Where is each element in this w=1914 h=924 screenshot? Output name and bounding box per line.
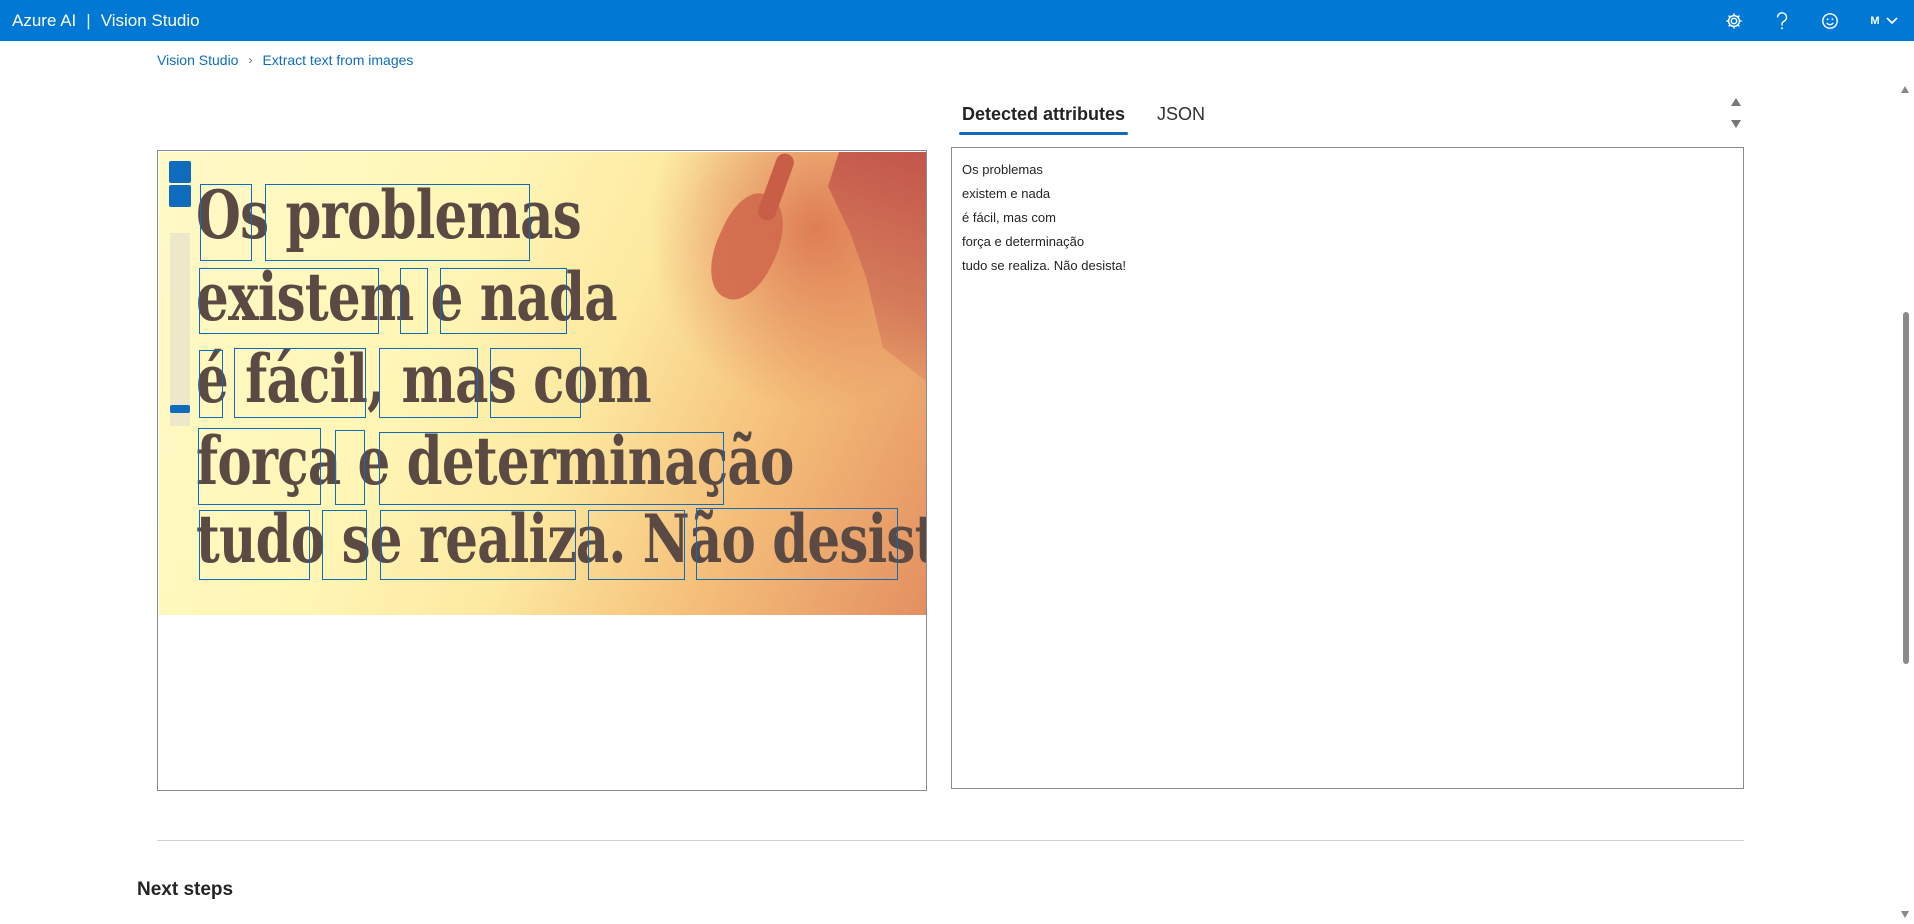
zoom-control bbox=[169, 161, 191, 426]
settings-button[interactable] bbox=[1710, 0, 1758, 41]
help-button[interactable] bbox=[1758, 0, 1806, 41]
word-bounding-box[interactable] bbox=[379, 432, 724, 505]
next-steps-heading: Next steps bbox=[137, 879, 234, 900]
user-menu[interactable]: M bbox=[1854, 0, 1914, 41]
help-icon bbox=[1776, 11, 1788, 29]
tab-detected-attributes[interactable]: Detected attributes bbox=[959, 96, 1129, 135]
word-bounding-box[interactable] bbox=[400, 268, 428, 334]
chevron-right-icon: › bbox=[248, 53, 253, 67]
user-initial: M bbox=[1870, 14, 1880, 27]
image-preview-panel: Os problemas existem e nada é fácil, mas… bbox=[157, 150, 927, 791]
page-scrollbar[interactable] bbox=[1896, 82, 1914, 924]
result-tabs: Detected attributes JSON bbox=[959, 96, 1208, 135]
detected-text-panel: Os problemas existem e nada é fácil, mas… bbox=[951, 147, 1744, 789]
app-name: Vision Studio bbox=[100, 10, 200, 30]
word-bounding-box[interactable] bbox=[379, 348, 478, 418]
top-icons: M bbox=[1710, 0, 1914, 41]
zoom-slider-track[interactable] bbox=[170, 233, 190, 426]
detected-text-line: força e determinação bbox=[962, 234, 1085, 249]
detected-text-line: existem e nada bbox=[962, 186, 1051, 201]
arrow-up-icon[interactable] bbox=[1731, 98, 1741, 106]
brand[interactable]: Azure AI | Vision Studio bbox=[0, 11, 200, 31]
smiley-icon bbox=[1822, 12, 1838, 29]
word-bounding-box[interactable] bbox=[335, 430, 365, 505]
breadcrumb-current[interactable]: Extract text from images bbox=[262, 52, 413, 68]
climber-silhouette bbox=[647, 152, 926, 412]
scroll-down-icon[interactable] bbox=[1901, 911, 1909, 918]
word-bounding-box[interactable] bbox=[199, 268, 379, 334]
word-bounding-box[interactable] bbox=[322, 510, 367, 580]
input-image: Os problemas existem e nada é fácil, mas… bbox=[159, 152, 926, 615]
arrow-down-icon[interactable] bbox=[1731, 120, 1741, 128]
feedback-button[interactable] bbox=[1806, 0, 1854, 41]
gear-icon bbox=[1726, 12, 1742, 29]
breadcrumb: Vision Studio › Extract text from images bbox=[157, 52, 413, 68]
brand-name: Azure AI bbox=[12, 10, 77, 30]
word-bounding-box[interactable] bbox=[198, 428, 321, 505]
result-scroll-arrows[interactable] bbox=[1728, 94, 1744, 134]
word-bounding-box[interactable] bbox=[200, 184, 252, 261]
word-bounding-box[interactable] bbox=[265, 184, 530, 261]
chevron-down-icon bbox=[1886, 16, 1898, 24]
brand-separator: | bbox=[86, 10, 91, 30]
tab-json[interactable]: JSON bbox=[1154, 96, 1208, 135]
zoom-slider-thumb[interactable] bbox=[170, 405, 190, 413]
breadcrumb-root[interactable]: Vision Studio bbox=[157, 52, 238, 68]
zoom-in-button[interactable] bbox=[169, 161, 191, 183]
detected-text-line: Os problemas bbox=[962, 162, 1043, 177]
word-bounding-box[interactable] bbox=[588, 510, 685, 580]
word-bounding-box[interactable] bbox=[199, 350, 223, 418]
scroll-up-icon[interactable] bbox=[1901, 86, 1909, 93]
word-bounding-box[interactable] bbox=[490, 348, 581, 418]
section-divider bbox=[157, 840, 1744, 841]
word-bounding-box[interactable] bbox=[234, 348, 366, 418]
detected-text-line: é fácil, mas com bbox=[962, 210, 1056, 225]
word-bounding-box[interactable] bbox=[696, 508, 898, 580]
word-bounding-box[interactable] bbox=[440, 268, 567, 334]
top-bar: Azure AI | Vision Studio M bbox=[0, 0, 1914, 41]
scrollbar-thumb[interactable] bbox=[1903, 312, 1909, 664]
word-bounding-box[interactable] bbox=[199, 510, 310, 580]
word-bounding-box[interactable] bbox=[380, 510, 576, 580]
zoom-out-button[interactable] bbox=[169, 185, 191, 207]
detected-text-line: tudo se realiza. Não desista! bbox=[962, 258, 1127, 273]
